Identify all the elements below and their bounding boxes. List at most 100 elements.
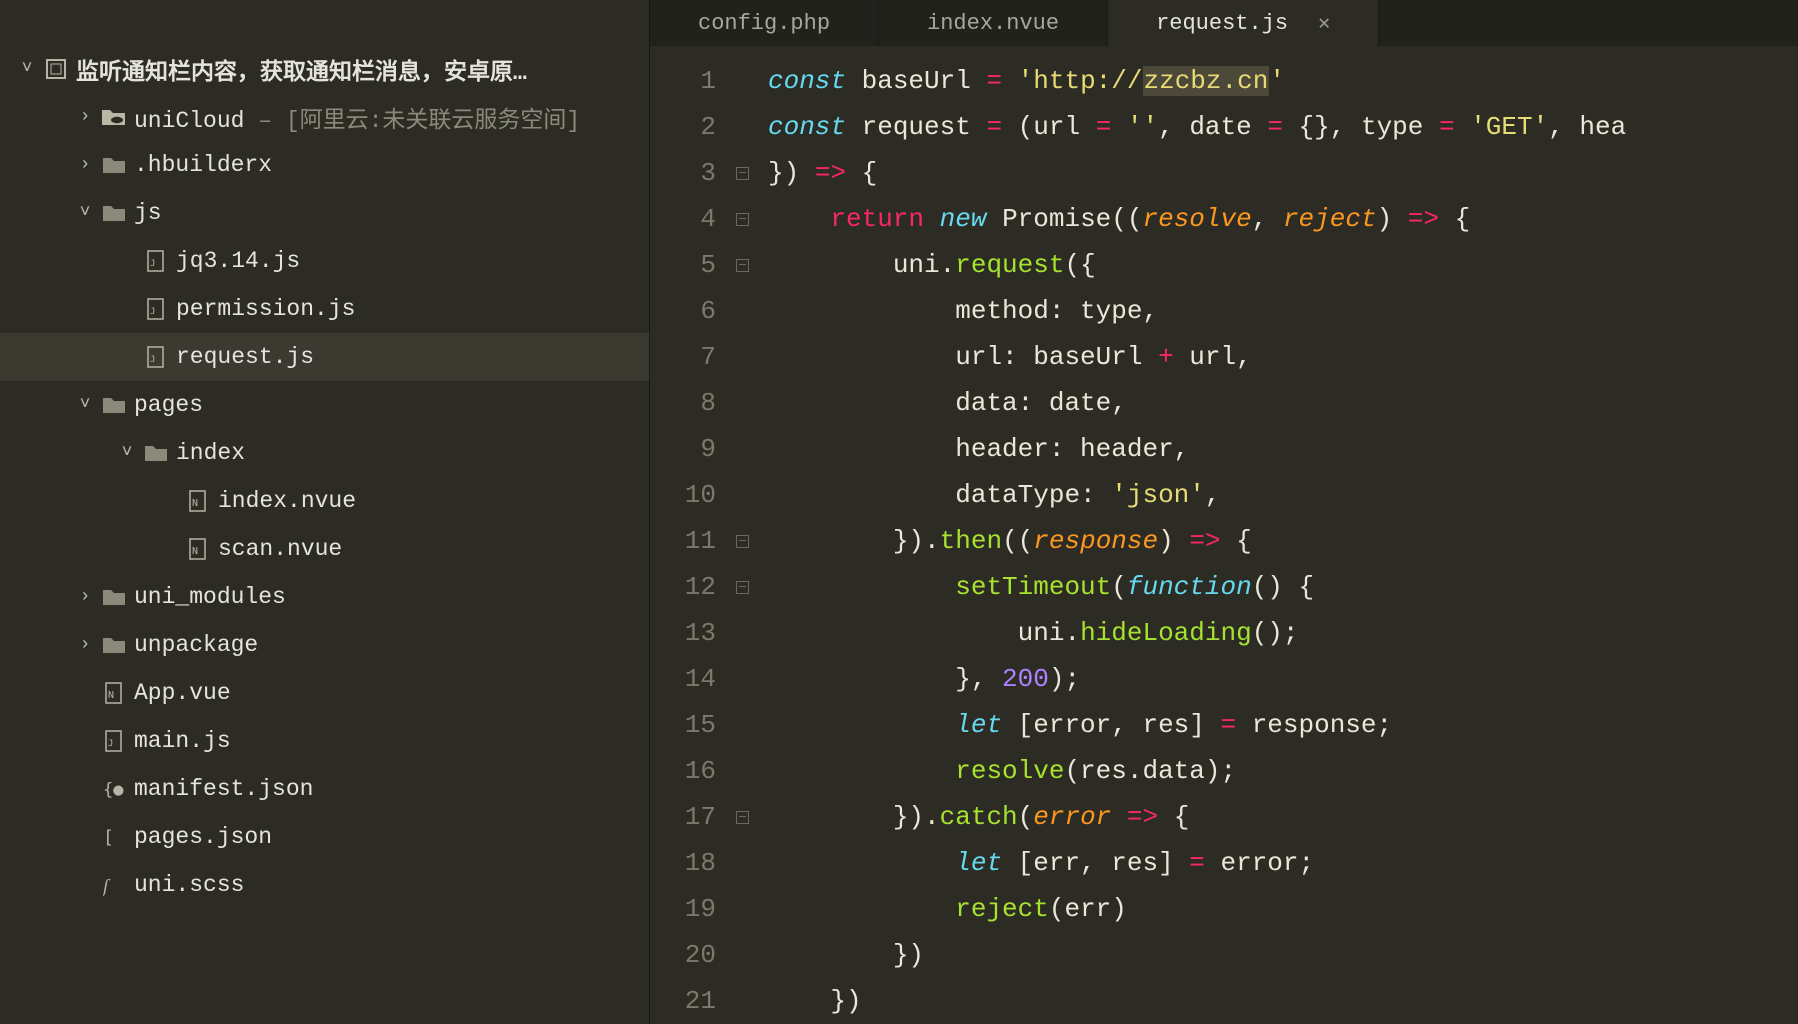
chevron-right-icon[interactable]: › bbox=[72, 107, 98, 127]
tree-item-label: App.vue bbox=[130, 680, 231, 706]
tree-item-uni-modules[interactable]: › uni_modules bbox=[0, 573, 649, 621]
code-content[interactable]: const baseUrl = 'http://zzcbz.cn'const r… bbox=[754, 46, 1798, 1024]
line-number: 18 bbox=[650, 840, 716, 886]
code-line[interactable]: uni.request({ bbox=[768, 242, 1798, 288]
line-number: 6 bbox=[650, 288, 716, 334]
tree-item-unpackage[interactable]: ›unpackage bbox=[0, 621, 649, 669]
tree-item-request-js[interactable]: Jrequest.js bbox=[0, 333, 649, 381]
code-line[interactable]: }) => { bbox=[768, 150, 1798, 196]
chevron-down-icon[interactable]: ˅ bbox=[114, 443, 140, 463]
line-number: 15 bbox=[650, 702, 716, 748]
fold-toggle bbox=[730, 104, 754, 150]
fold-toggle bbox=[730, 932, 754, 978]
tree-item-uni-scss[interactable]: ʃuni.scss bbox=[0, 861, 649, 909]
file-explorer: ˅ 监听通知栏内容，获取通知栏消息，安卓原… ›uniCloud – [阿里云:… bbox=[0, 0, 650, 1024]
fold-toggle[interactable] bbox=[730, 518, 754, 564]
code-line[interactable]: dataType: 'json', bbox=[768, 472, 1798, 518]
tree-item-manifest-json[interactable]: {●}manifest.json bbox=[0, 765, 649, 813]
svg-text:N: N bbox=[108, 690, 114, 701]
code-line[interactable]: return new Promise((resolve, reject) => … bbox=[768, 196, 1798, 242]
tree-item-js[interactable]: ˅ js bbox=[0, 189, 649, 237]
code-line[interactable]: }).then((response) => { bbox=[768, 518, 1798, 564]
file-nv-icon: N bbox=[182, 488, 214, 514]
file-json-icon: {●} bbox=[98, 776, 130, 802]
svg-text:N: N bbox=[192, 498, 198, 509]
editor-tabs: config.php index.nvue request.js✕ bbox=[650, 0, 1798, 46]
chevron-right-icon[interactable]: › bbox=[72, 155, 98, 175]
line-number: 14 bbox=[650, 656, 716, 702]
code-line[interactable]: method: type, bbox=[768, 288, 1798, 334]
tab-label: index.nvue bbox=[927, 11, 1059, 36]
fold-toggle[interactable] bbox=[730, 196, 754, 242]
line-number-gutter: 123456789101112131415161718192021 bbox=[650, 46, 730, 1024]
tree-item-label: pages bbox=[130, 392, 203, 418]
file-brackets-icon: [ ] bbox=[98, 824, 130, 850]
fold-toggle[interactable] bbox=[730, 242, 754, 288]
code-line[interactable]: reject(err) bbox=[768, 886, 1798, 932]
tree-item-scan-nvue[interactable]: Nscan.nvue bbox=[0, 525, 649, 573]
code-line[interactable]: }) bbox=[768, 932, 1798, 978]
chevron-down-icon[interactable]: ˅ bbox=[72, 203, 98, 223]
folder-icon bbox=[98, 632, 130, 658]
tree-item-label: index.nvue bbox=[214, 488, 356, 514]
fold-toggle bbox=[730, 656, 754, 702]
fold-toggle bbox=[730, 840, 754, 886]
tree-item-main-js[interactable]: Jmain.js bbox=[0, 717, 649, 765]
code-line[interactable]: }) bbox=[768, 978, 1798, 1024]
project-root-row[interactable]: ˅ 监听通知栏内容，获取通知栏消息，安卓原… bbox=[0, 45, 649, 93]
code-line[interactable]: const baseUrl = 'http://zzcbz.cn' bbox=[768, 58, 1798, 104]
chevron-right-icon[interactable]: › bbox=[72, 587, 98, 607]
line-number: 11 bbox=[650, 518, 716, 564]
tree-item--hbuilderx[interactable]: ›.hbuilderx bbox=[0, 141, 649, 189]
line-number: 21 bbox=[650, 978, 716, 1024]
code-line[interactable]: }, 200); bbox=[768, 656, 1798, 702]
code-line[interactable]: resolve(res.data); bbox=[768, 748, 1798, 794]
code-line[interactable]: let [error, res] = response; bbox=[768, 702, 1798, 748]
code-line[interactable]: data: date, bbox=[768, 380, 1798, 426]
close-icon[interactable]: ✕ bbox=[1318, 10, 1330, 36]
tab-request-js[interactable]: request.js✕ bbox=[1108, 0, 1379, 46]
line-number: 10 bbox=[650, 472, 716, 518]
tree-item-label: js bbox=[130, 200, 162, 226]
fold-toggle bbox=[730, 978, 754, 1024]
fold-toggle bbox=[730, 58, 754, 104]
code-line[interactable]: }).catch(error => { bbox=[768, 794, 1798, 840]
code-line[interactable]: url: baseUrl + url, bbox=[768, 334, 1798, 380]
file-js-icon: J bbox=[140, 248, 172, 274]
code-line[interactable]: setTimeout(function() { bbox=[768, 564, 1798, 610]
folder-icon bbox=[98, 152, 130, 178]
tree-item-app-vue[interactable]: N App.vue bbox=[0, 669, 649, 717]
tree-item-permission-js[interactable]: Jpermission.js bbox=[0, 285, 649, 333]
tree-item-label: manifest.json bbox=[130, 776, 313, 802]
tree-item-label: scan.nvue bbox=[214, 536, 342, 562]
code-line[interactable]: header: header, bbox=[768, 426, 1798, 472]
code-line[interactable]: let [err, res] = error; bbox=[768, 840, 1798, 886]
tab-config-php[interactable]: config.php bbox=[650, 0, 879, 46]
fold-toggle[interactable] bbox=[730, 150, 754, 196]
line-number: 13 bbox=[650, 610, 716, 656]
tree-item-jq3-14-js[interactable]: Jjq3.14.js bbox=[0, 237, 649, 285]
code-line[interactable]: uni.hideLoading(); bbox=[768, 610, 1798, 656]
fold-toggle bbox=[730, 288, 754, 334]
fold-toggle bbox=[730, 886, 754, 932]
code-editor[interactable]: 123456789101112131415161718192021 const … bbox=[650, 46, 1798, 1024]
tree-item-label: uni_modules bbox=[130, 584, 286, 610]
fold-toggle bbox=[730, 748, 754, 794]
folder-icon bbox=[98, 584, 130, 610]
tree-item-unicloud[interactable]: ›uniCloud – [阿里云:未关联云服务空间] bbox=[0, 93, 649, 141]
chevron-down-icon[interactable]: ˅ bbox=[72, 395, 98, 415]
chevron-right-icon[interactable]: › bbox=[72, 635, 98, 655]
svg-text:J: J bbox=[150, 259, 155, 269]
line-number: 7 bbox=[650, 334, 716, 380]
svg-text:{●}: {●} bbox=[103, 780, 125, 800]
code-line[interactable]: const request = (url = '', date = {}, ty… bbox=[768, 104, 1798, 150]
tree-item-index[interactable]: ˅index bbox=[0, 429, 649, 477]
fold-toggle bbox=[730, 702, 754, 748]
fold-toggle bbox=[730, 472, 754, 518]
tree-item-pages[interactable]: ˅ pages bbox=[0, 381, 649, 429]
tree-item-index-nvue[interactable]: Nindex.nvue bbox=[0, 477, 649, 525]
tab-index-nvue[interactable]: index.nvue bbox=[879, 0, 1108, 46]
fold-toggle[interactable] bbox=[730, 794, 754, 840]
tree-item-pages-json[interactable]: [ ]pages.json bbox=[0, 813, 649, 861]
fold-toggle[interactable] bbox=[730, 564, 754, 610]
